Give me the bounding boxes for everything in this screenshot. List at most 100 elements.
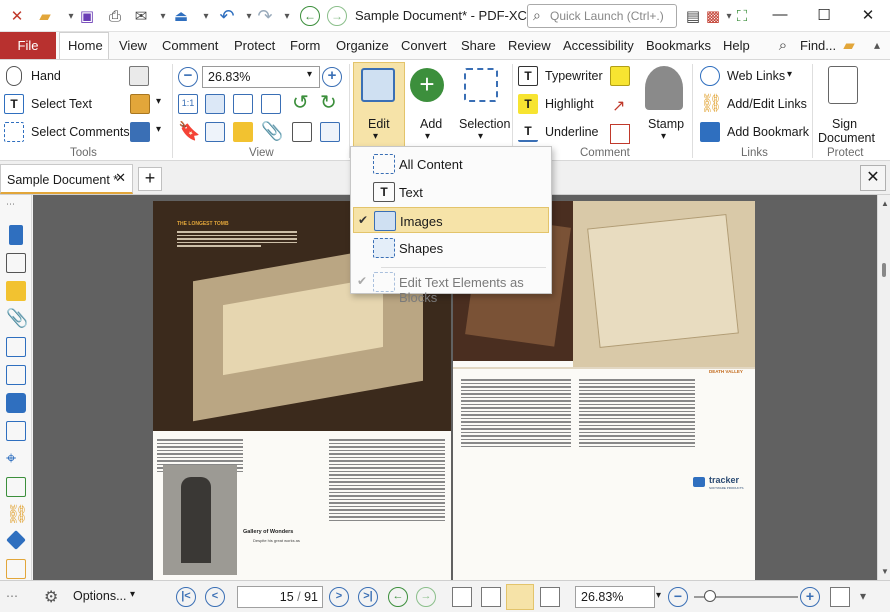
zoom-out-icon[interactable]: − [178, 67, 198, 87]
dropdown-arrow-icon[interactable]: ▾ [276, 5, 298, 27]
dropdown-arrow-icon[interactable]: ▾ [195, 5, 217, 27]
comments-panel-icon[interactable] [6, 281, 26, 301]
redo-icon[interactable]: ↷ [254, 5, 276, 27]
format-icon[interactable] [130, 122, 150, 142]
find-button[interactable]: Find... [800, 38, 836, 53]
rotate-right-icon[interactable]: ↻ [320, 93, 340, 114]
bookmarks-panel-icon[interactable] [9, 225, 23, 245]
content-panel-icon[interactable] [6, 337, 26, 357]
stamp-dropdown-icon[interactable]: ▾ [661, 131, 666, 142]
thumbnails-icon[interactable] [205, 122, 225, 142]
underline-button[interactable]: Underline [545, 125, 599, 139]
select-text-button[interactable]: Select Text [31, 97, 92, 111]
paste-dropdown-icon[interactable]: ▾ [156, 96, 161, 107]
tags-panel-icon[interactable] [6, 421, 26, 441]
fullscreen-icon[interactable]: ⛶ [731, 5, 753, 27]
menu-item-all-content[interactable]: All Content [353, 151, 549, 177]
signatures-panel-icon[interactable] [6, 530, 26, 550]
arrow-icon[interactable]: ↗ [612, 96, 625, 116]
stamp-button[interactable]: Stamp [648, 117, 684, 131]
snapshot-icon[interactable] [129, 66, 149, 86]
tab-convert[interactable]: Convert [401, 38, 447, 53]
forward-icon[interactable]: → [327, 6, 347, 26]
tab-accessibility[interactable]: Accessibility [563, 38, 634, 53]
bookmark-icon[interactable]: 🔖 [178, 122, 200, 142]
collapse-ribbon-icon[interactable]: ▴ [866, 34, 888, 56]
add-edit-links-button[interactable]: Add/Edit Links [727, 97, 807, 111]
zoom-in-status-icon[interactable]: + [800, 587, 820, 607]
attachments-panel-icon[interactable]: 📎 [6, 309, 28, 329]
scroll-up-icon[interactable]: ▲ [881, 199, 889, 208]
tab-protect[interactable]: Protect [234, 38, 275, 53]
close-window-button[interactable]: ✕ [858, 6, 878, 26]
sticky-note-icon[interactable] [610, 66, 630, 86]
back-view-icon[interactable]: ← [388, 587, 408, 607]
zoom-slider-thumb[interactable] [704, 590, 716, 602]
find-icon[interactable]: ⌕ [772, 34, 794, 56]
web-links-dropdown-icon[interactable]: ▾ [787, 69, 792, 80]
continuous-page-icon[interactable] [481, 587, 501, 607]
destinations-panel-icon[interactable]: ⌖ [6, 449, 26, 469]
hand-tool-button[interactable]: Hand [31, 69, 61, 83]
zoom-status-input[interactable]: 26.83% [575, 586, 655, 608]
add-bookmark-button[interactable]: Add Bookmark [727, 125, 809, 139]
selection-dropdown-icon[interactable]: ▾ [478, 131, 483, 142]
sign-document-button-line2[interactable]: Document [818, 131, 875, 145]
edit-dropdown-icon[interactable]: ▾ [373, 131, 378, 142]
zoom-input[interactable]: 26.83% [202, 66, 320, 88]
selection-button[interactable]: Selection [459, 117, 510, 131]
save-icon[interactable]: ▣ [76, 5, 98, 27]
page-view-icon[interactable] [292, 122, 312, 142]
vertical-scrollbar[interactable]: ▲ ▼ [877, 195, 890, 580]
menu-item-shapes[interactable]: Shapes [353, 235, 549, 261]
options-dropdown-icon[interactable]: ▾ [130, 589, 135, 600]
scan-icon[interactable]: ⏏ [170, 5, 192, 27]
close-document-button[interactable]: ✕ [860, 165, 886, 191]
properties-panel-icon[interactable] [6, 365, 26, 385]
zoom-status-dropdown-icon[interactable]: ▾ [656, 590, 661, 601]
menu-item-text[interactable]: T Text [353, 179, 549, 205]
pages-panel-icon[interactable] [6, 253, 26, 273]
options-gear-icon[interactable]: ⚙ [44, 587, 58, 607]
tab-file[interactable]: File [0, 32, 56, 59]
tab-review[interactable]: Review [508, 38, 551, 53]
add-button[interactable]: Add [420, 117, 442, 131]
previous-page-icon[interactable]: < [205, 587, 225, 607]
next-page-icon[interactable]: > [329, 587, 349, 607]
undo-icon[interactable]: ↶ [216, 5, 238, 27]
scroll-down-icon[interactable]: ▼ [881, 567, 889, 576]
facing-pages-icon[interactable] [506, 584, 534, 610]
zoom-dropdown-icon[interactable]: ▾ [307, 69, 312, 80]
menu-item-edit-text-as-blocks[interactable]: ✔ Edit Text Elements as Blocks [353, 269, 549, 305]
open-folder-icon[interactable]: ▰ [34, 5, 56, 27]
tab-home[interactable]: Home [68, 38, 103, 53]
forward-view-icon[interactable]: → [416, 587, 436, 607]
attachments-icon[interactable]: 📎 [261, 122, 283, 142]
tab-bookmarks[interactable]: Bookmarks [646, 38, 711, 53]
links-panel-icon[interactable]: ⛓ [6, 505, 29, 525]
first-page-icon[interactable]: |< [176, 587, 196, 607]
articles-panel-icon[interactable] [6, 559, 26, 579]
properties-icon[interactable] [320, 122, 340, 142]
tab-form[interactable]: Form [290, 38, 320, 53]
tab-view[interactable]: View [119, 38, 147, 53]
continuous-facing-icon[interactable] [540, 587, 560, 607]
page-number-input[interactable]: 15 / 91 [237, 586, 323, 608]
layers-panel-icon[interactable] [6, 393, 26, 413]
tab-comment[interactable]: Comment [162, 38, 218, 53]
edit-button[interactable]: Edit [368, 117, 390, 131]
fit-page-icon[interactable] [205, 94, 225, 114]
typewriter-button[interactable]: Typewriter [545, 69, 603, 83]
last-page-icon[interactable]: >| [358, 587, 378, 607]
structure-panel-icon[interactable] [6, 477, 26, 497]
web-links-button[interactable]: Web Links [727, 69, 785, 83]
search-folder-icon[interactable]: ▰ [838, 34, 860, 56]
rectangle-icon[interactable] [610, 124, 630, 144]
print-icon[interactable]: ⎙ [104, 5, 126, 27]
options-button[interactable]: Options... [73, 589, 127, 603]
email-icon[interactable]: ✉ [130, 5, 152, 27]
rotate-left-icon[interactable]: ↺ [292, 93, 312, 114]
format-dropdown-icon[interactable]: ▾ [156, 124, 161, 135]
comments-list-icon[interactable] [233, 122, 253, 142]
actual-size-icon[interactable]: 1:1 [178, 94, 198, 114]
